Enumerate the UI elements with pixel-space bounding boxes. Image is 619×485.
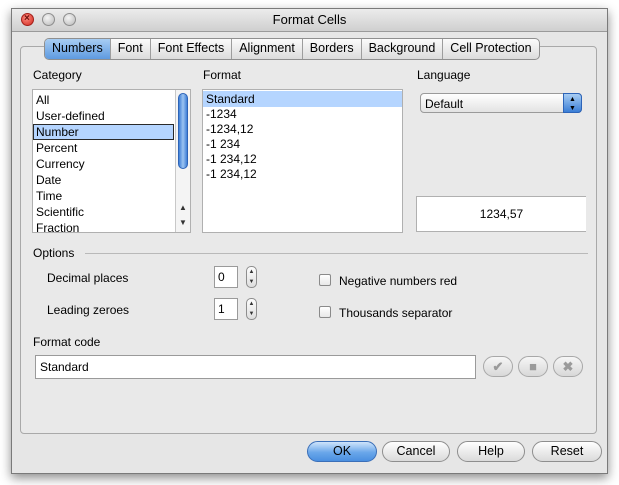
reset-button[interactable]: Reset	[532, 441, 602, 462]
format-item[interactable]: -1234,12	[203, 122, 402, 137]
thousands-separator-checkbox[interactable]	[319, 306, 331, 318]
window-title: Format Cells	[272, 12, 347, 27]
tab-numbers[interactable]: Numbers	[45, 39, 111, 59]
category-list[interactable]: All User-defined Number Percent Currency…	[32, 89, 191, 233]
language-dropdown[interactable]: Default ▲ ▼	[420, 93, 582, 113]
help-button[interactable]: Help	[457, 441, 525, 462]
leading-zeroes-stepper[interactable]: ▲ ▼	[246, 298, 257, 320]
leading-zeroes-label: Leading zeroes	[47, 303, 130, 317]
format-item[interactable]: -1 234,12	[203, 167, 402, 182]
format-label: Format	[203, 68, 242, 82]
options-label: Options	[33, 246, 75, 260]
format-list[interactable]: Standard -1234 -1234,12 -1 234 -1 234,12…	[202, 89, 403, 233]
accept-code-button[interactable]: ✔	[483, 356, 513, 377]
category-item[interactable]: Date	[33, 172, 190, 188]
format-item[interactable]: -1 234	[203, 137, 402, 152]
format-cells-dialog: × Format Cells Numbers Font Font Effects…	[11, 8, 608, 474]
category-item[interactable]: Time	[33, 188, 190, 204]
category-item[interactable]: Scientific	[33, 204, 190, 220]
scroll-down-icon[interactable]: ▼	[179, 218, 187, 227]
negative-red-label: Negative numbers red	[339, 274, 458, 288]
format-item[interactable]: -1 234,12	[203, 152, 402, 167]
options-divider	[85, 253, 588, 254]
format-item-selected[interactable]: Standard	[203, 91, 402, 107]
decimal-places-label: Decimal places	[47, 271, 129, 285]
tab-alignment[interactable]: Alignment	[232, 39, 303, 59]
scroll-up-icon[interactable]: ▲	[179, 203, 187, 212]
category-label: Category	[33, 68, 82, 82]
thousands-separator-label: Thousands separator	[339, 306, 453, 320]
category-item[interactable]: Percent	[33, 140, 190, 156]
language-label: Language	[417, 68, 471, 82]
format-code-label: Format code	[33, 335, 101, 349]
tab-cell-protection[interactable]: Cell Protection	[443, 39, 538, 59]
category-item[interactable]: User-defined	[33, 108, 190, 124]
tab-font-effects[interactable]: Font Effects	[151, 39, 233, 59]
leading-zeroes-field[interactable]: 1	[214, 298, 238, 320]
delete-code-button[interactable]: ✖	[553, 356, 583, 377]
scrollbar-thumb[interactable]	[178, 93, 188, 169]
decimal-places-field[interactable]: 0	[214, 266, 238, 288]
language-value: Default	[425, 97, 464, 111]
category-item[interactable]: All	[33, 92, 190, 108]
ok-button[interactable]: OK	[307, 441, 377, 462]
tab-background[interactable]: Background	[362, 39, 444, 59]
checkmark-icon: ✔	[492, 359, 504, 374]
add-comment-button[interactable]: ■	[518, 356, 548, 377]
comment-icon: ■	[529, 359, 537, 374]
title-bar[interactable]: × Format Cells	[12, 9, 607, 32]
tab-borders[interactable]: Borders	[303, 39, 362, 59]
format-preview: 1234,57	[416, 196, 586, 232]
negative-red-checkbox[interactable]	[319, 274, 331, 286]
category-item[interactable]: Fraction	[33, 220, 190, 232]
format-code-input[interactable]: Standard	[35, 355, 476, 379]
category-scrollbar[interactable]: ▲ ▼	[175, 90, 190, 232]
category-item-selected[interactable]: Number	[33, 124, 174, 140]
format-item[interactable]: -1234	[203, 107, 402, 122]
chevron-up-down-icon[interactable]: ▲ ▼	[563, 93, 582, 113]
delete-icon: ✖	[562, 359, 574, 374]
category-item[interactable]: Currency	[33, 156, 190, 172]
cancel-button[interactable]: Cancel	[382, 441, 450, 462]
tab-font[interactable]: Font	[111, 39, 151, 59]
decimal-places-stepper[interactable]: ▲ ▼	[246, 266, 257, 288]
tab-bar: Numbers Font Font Effects Alignment Bord…	[44, 38, 540, 60]
